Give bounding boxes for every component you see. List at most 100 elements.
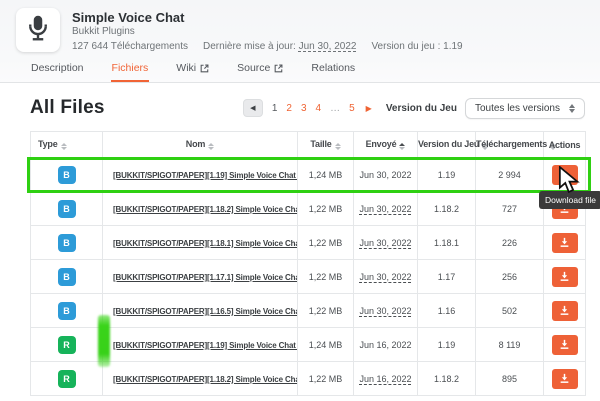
file-name-link[interactable]: [BUKKIT/SPIGOT/PAPER][1.18.2] Simple Voi… bbox=[113, 375, 298, 384]
microphone-icon bbox=[23, 13, 53, 48]
pagination-page-1: 1 bbox=[272, 103, 278, 114]
file-size: 1,22 MB bbox=[298, 362, 354, 396]
download-button[interactable] bbox=[552, 369, 578, 389]
app-category: Bukkit Plugins bbox=[72, 26, 463, 37]
table-row: R [BUKKIT/SPIGOT/PAPER][1.19] Simple Voi… bbox=[31, 328, 586, 362]
file-name-link[interactable]: [BUKKIT/SPIGOT/PAPER][1.18.2] Simple Voi… bbox=[113, 205, 298, 214]
file-downloads: 256 bbox=[476, 260, 544, 294]
file-game-version: 1.18.1 bbox=[418, 226, 476, 260]
app-logo bbox=[16, 8, 60, 52]
table-row: B [BUKKIT/SPIGOT/PAPER][1.19] Simple Voi… bbox=[31, 158, 586, 192]
tab-description[interactable]: Description bbox=[30, 62, 85, 82]
column-header-version-du-jeu[interactable]: Version du Jeu bbox=[418, 132, 476, 158]
pagination-page-5[interactable]: 5 bbox=[349, 103, 355, 114]
file-game-version: 1.19 bbox=[418, 328, 476, 362]
file-downloads: 2 994 bbox=[476, 158, 544, 192]
page-title: Simple Voice Chat bbox=[72, 10, 463, 25]
files-table: Type Nom Taille Envoyé Version du Jeu Té… bbox=[30, 131, 586, 396]
download-button[interactable] bbox=[552, 165, 578, 185]
table-row: B [BUKKIT/SPIGOT/PAPER][1.17.1] Simple V… bbox=[31, 260, 586, 294]
download-button[interactable] bbox=[552, 233, 578, 253]
table-row: B [BUKKIT/SPIGOT/PAPER][1.18.2] Simple V… bbox=[31, 192, 586, 226]
last-updated: Dernière mise à jour: Jun 30, 2022 bbox=[203, 41, 356, 52]
external-link-icon bbox=[274, 64, 283, 73]
all-files-heading: All Files bbox=[30, 97, 105, 119]
release-type-badge: R bbox=[58, 336, 76, 354]
file-date: Jun 30, 2022 bbox=[359, 238, 411, 248]
tab-relations[interactable]: Relations bbox=[310, 62, 356, 82]
table-row: R [BUKKIT/SPIGOT/PAPER][1.18.2] Simple V… bbox=[31, 362, 586, 396]
version-filter-select[interactable]: Toutes les versions bbox=[465, 98, 585, 119]
column-header-envoyé[interactable]: Envoyé bbox=[354, 132, 418, 158]
pagination-page-4[interactable]: 4 bbox=[316, 103, 322, 114]
table-row: B [BUKKIT/SPIGOT/PAPER][1.18.1] Simple V… bbox=[31, 226, 586, 260]
files-table-body: B [BUKKIT/SPIGOT/PAPER][1.19] Simple Voi… bbox=[31, 158, 586, 396]
release-type-badge: R bbox=[58, 370, 76, 388]
version-filter-value: Toutes les versions bbox=[475, 103, 560, 114]
table-header-row: Type Nom Taille Envoyé Version du Jeu Té… bbox=[31, 132, 586, 158]
app-info: Simple Voice Chat Bukkit Plugins 127 644… bbox=[72, 8, 463, 52]
file-downloads: 727 bbox=[476, 192, 544, 226]
file-downloads: 8 119 bbox=[476, 328, 544, 362]
version-filter-label: Version du Jeu bbox=[386, 103, 457, 114]
file-game-version: 1.18.2 bbox=[418, 362, 476, 396]
file-game-version: 1.16 bbox=[418, 294, 476, 328]
pagination-next-button[interactable]: ▶ bbox=[366, 104, 372, 113]
column-header-actions[interactable]: Actions bbox=[544, 132, 586, 158]
pagination-ellipsis: … bbox=[330, 103, 340, 114]
file-downloads: 226 bbox=[476, 226, 544, 260]
file-size: 1,22 MB bbox=[298, 260, 354, 294]
file-date: Jun 30, 2022 bbox=[359, 204, 411, 214]
file-date: Jun 16, 2022 bbox=[359, 340, 411, 350]
page-header-area: Simple Voice Chat Bukkit Plugins 127 644… bbox=[0, 0, 600, 83]
release-type-badge: B bbox=[58, 302, 76, 320]
column-header-nom[interactable]: Nom bbox=[103, 132, 298, 158]
external-link-icon bbox=[200, 64, 209, 73]
sort-icon bbox=[399, 143, 405, 150]
file-name-link[interactable]: [BUKKIT/SPIGOT/PAPER][1.16.5] Simple Voi… bbox=[113, 307, 298, 316]
tab-source[interactable]: Source bbox=[236, 62, 284, 82]
file-name-link[interactable]: [BUKKIT/SPIGOT/PAPER][1.19] Simple Voice… bbox=[113, 341, 298, 350]
tab-wiki[interactable]: Wiki bbox=[175, 62, 210, 82]
sort-icon bbox=[335, 143, 341, 150]
file-name-link[interactable]: [BUKKIT/SPIGOT/PAPER][1.17.1] Simple Voi… bbox=[113, 273, 298, 282]
column-header-taille[interactable]: Taille bbox=[298, 132, 354, 158]
download-button[interactable] bbox=[552, 301, 578, 321]
file-game-version: 1.18.2 bbox=[418, 192, 476, 226]
column-header-type[interactable]: Type bbox=[31, 132, 103, 158]
pagination-pages: 1234 … 5 bbox=[272, 103, 355, 114]
file-name-link[interactable]: [BUKKIT/SPIGOT/PAPER][1.18.1] Simple Voi… bbox=[113, 239, 298, 248]
app-header: Simple Voice Chat Bukkit Plugins 127 644… bbox=[0, 0, 600, 56]
file-game-version: 1.19 bbox=[418, 158, 476, 192]
tab-fichiers[interactable]: Fichiers bbox=[111, 62, 150, 82]
column-header-téléchargements[interactable]: Téléchargements bbox=[476, 132, 544, 158]
download-button[interactable] bbox=[552, 267, 578, 287]
pagination: ◀ 1234 … 5 ▶ bbox=[243, 99, 372, 117]
select-updown-icon bbox=[569, 104, 575, 113]
tab-bar: Description Fichiers Wiki Source Relatio… bbox=[0, 56, 600, 83]
download-tooltip: Download file bbox=[539, 191, 600, 209]
game-version: Version du jeu : 1.19 bbox=[371, 41, 462, 52]
download-button[interactable] bbox=[552, 335, 578, 355]
file-size: 1,24 MB bbox=[298, 328, 354, 362]
file-size: 1,22 MB bbox=[298, 294, 354, 328]
file-size: 1,22 MB bbox=[298, 226, 354, 260]
file-date: Jun 16, 2022 bbox=[359, 374, 411, 384]
app-meta: 127 644 Téléchargements Dernière mise à … bbox=[72, 41, 463, 52]
files-header: All Files ◀ 1234 … 5 ▶ Version du Jeu Tout… bbox=[0, 83, 600, 131]
sort-icon bbox=[61, 143, 67, 150]
pagination-prev-button[interactable]: ◀ bbox=[243, 99, 263, 117]
table-row: B [BUKKIT/SPIGOT/PAPER][1.16.5] Simple V… bbox=[31, 294, 586, 328]
file-name-link[interactable]: [BUKKIT/SPIGOT/PAPER][1.19] Simple Voice… bbox=[113, 171, 298, 180]
file-downloads: 502 bbox=[476, 294, 544, 328]
file-size: 1,24 MB bbox=[298, 158, 354, 192]
pagination-page-2[interactable]: 2 bbox=[286, 103, 292, 114]
file-downloads: 895 bbox=[476, 362, 544, 396]
file-date: Jun 30, 2022 bbox=[359, 170, 411, 180]
release-type-badge: B bbox=[58, 166, 76, 184]
file-date: Jun 30, 2022 bbox=[359, 306, 411, 316]
pagination-page-3[interactable]: 3 bbox=[301, 103, 307, 114]
downloads-count: 127 644 Téléchargements bbox=[72, 41, 188, 52]
file-size: 1,22 MB bbox=[298, 192, 354, 226]
release-type-badge: B bbox=[58, 268, 76, 286]
